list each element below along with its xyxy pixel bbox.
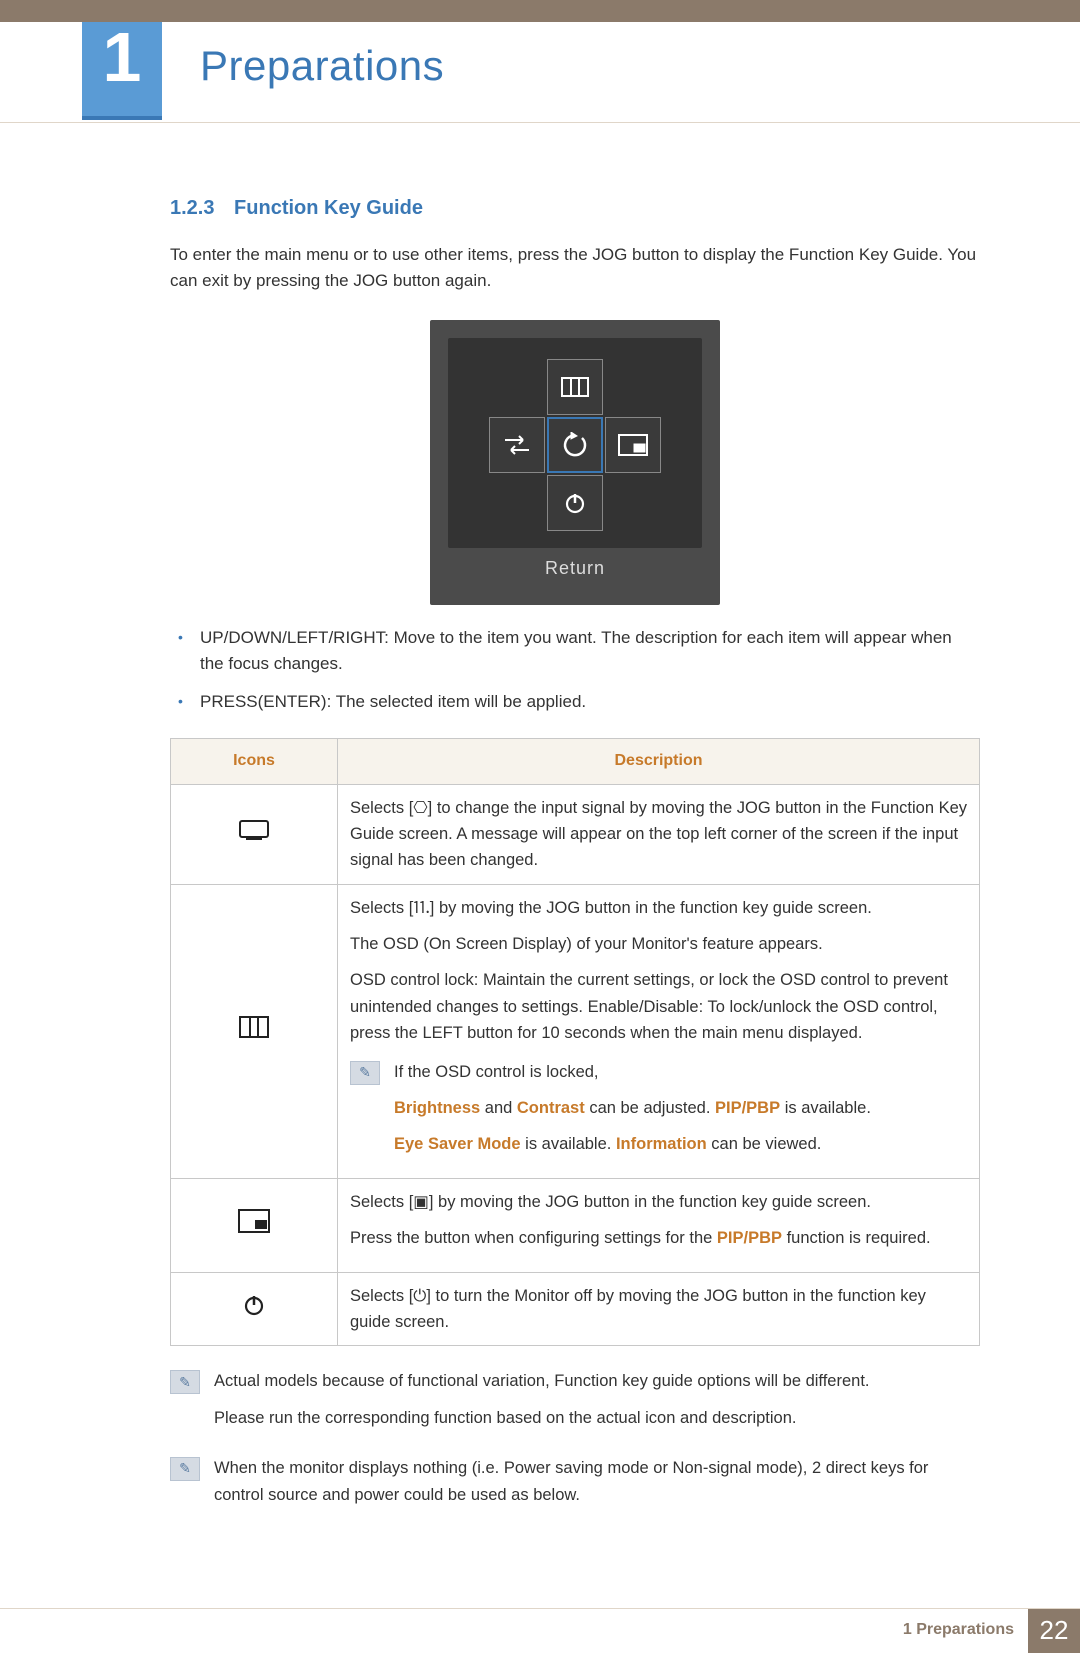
- source-description: Selects [⎔] to change the input signal b…: [338, 784, 980, 884]
- menu-p1: Selects [⒒] by moving the JOG button in …: [350, 895, 967, 921]
- menu-note-line-a: Brightness and Contrast can be adjusted.…: [394, 1095, 967, 1121]
- footnote-1b: Please run the corresponding function ba…: [214, 1405, 980, 1431]
- menu-description: Selects [⒒] by moving the JOG button in …: [338, 884, 980, 1178]
- page-header: 1 Preparations: [0, 22, 1080, 123]
- osd-up-menu-icon: [547, 359, 603, 415]
- pip-p2: Press the button when configuring settin…: [350, 1225, 967, 1251]
- menu-icon: [171, 884, 338, 1178]
- bullet-item: PRESS(ENTER): The selected item will be …: [170, 689, 980, 715]
- menu-note-line-b: Eye Saver Mode is available. Information…: [394, 1131, 967, 1157]
- pip-description: Selects [▣] by moving the JOG button in …: [338, 1178, 980, 1272]
- note-icon: ✎: [170, 1457, 200, 1481]
- table-header-description: Description: [338, 738, 980, 784]
- table-row: Selects [⎔] to change the input signal b…: [171, 784, 980, 884]
- menu-note: ✎ If the OSD control is locked, Brightne…: [350, 1059, 967, 1168]
- pip-p1: Selects [▣] by moving the JOG button in …: [350, 1189, 967, 1215]
- osd-center-return-icon: [547, 417, 603, 473]
- bullet-item: UP/DOWN/LEFT/RIGHT: Move to the item you…: [170, 625, 980, 678]
- note-icon: ✎: [350, 1061, 380, 1085]
- footnote-2-text: When the monitor displays nothing (i.e. …: [214, 1455, 980, 1508]
- footer-page-number: 22: [1028, 1609, 1080, 1653]
- menu-note-intro: If the OSD control is locked,: [394, 1059, 967, 1085]
- table-row: Selects [▣] by moving the JOG button in …: [171, 1178, 980, 1272]
- footer-chapter-label: 1 Preparations: [903, 1609, 1028, 1653]
- footnote-2: ✎ When the monitor displays nothing (i.e…: [170, 1455, 980, 1508]
- section-number: 1.2.3: [170, 197, 214, 219]
- power-description: Selects [⏻] to turn the Monitor off by m…: [338, 1272, 980, 1346]
- note-icon: ✎: [170, 1370, 200, 1394]
- pip-icon: [171, 1178, 338, 1272]
- chapter-number: 1: [103, 22, 142, 92]
- osd-left-source-icon: [489, 417, 545, 473]
- osd-guide-inner: [448, 338, 702, 548]
- section-title: Function Key Guide: [234, 197, 423, 219]
- top-bar: [0, 0, 1080, 22]
- table-row: Selects [⏻] to turn the Monitor off by m…: [171, 1272, 980, 1346]
- instruction-bullets: UP/DOWN/LEFT/RIGHT: Move to the item you…: [170, 625, 980, 716]
- table-row: Selects [⒒] by moving the JOG button in …: [171, 884, 980, 1178]
- source-icon: [171, 784, 338, 884]
- table-header-icons: Icons: [171, 738, 338, 784]
- footnote-1a: Actual models because of functional vari…: [214, 1368, 980, 1394]
- osd-dpad: [488, 358, 662, 532]
- page-content: 1.2.3 Function Key Guide To enter the ma…: [0, 123, 1080, 1548]
- menu-p2: The OSD (On Screen Display) of your Moni…: [350, 931, 967, 957]
- chapter-title: Preparations: [200, 42, 444, 90]
- menu-p3: OSD control lock: Maintain the current s…: [350, 967, 967, 1046]
- icon-description-table: Icons Description Selects [⎔] to change …: [170, 738, 980, 1347]
- power-icon: [171, 1272, 338, 1346]
- osd-guide-figure: Return: [430, 320, 720, 605]
- chapter-number-badge: 1: [82, 22, 162, 120]
- osd-return-label: Return: [430, 555, 720, 583]
- page-footer: 1 Preparations 22: [0, 1608, 1080, 1653]
- intro-paragraph: To enter the main menu or to use other i…: [170, 242, 980, 295]
- osd-right-pip-icon: [605, 417, 661, 473]
- footnote-1: ✎ Actual models because of functional va…: [170, 1368, 980, 1441]
- osd-down-power-icon: [547, 475, 603, 531]
- section-heading: 1.2.3 Function Key Guide: [170, 193, 980, 224]
